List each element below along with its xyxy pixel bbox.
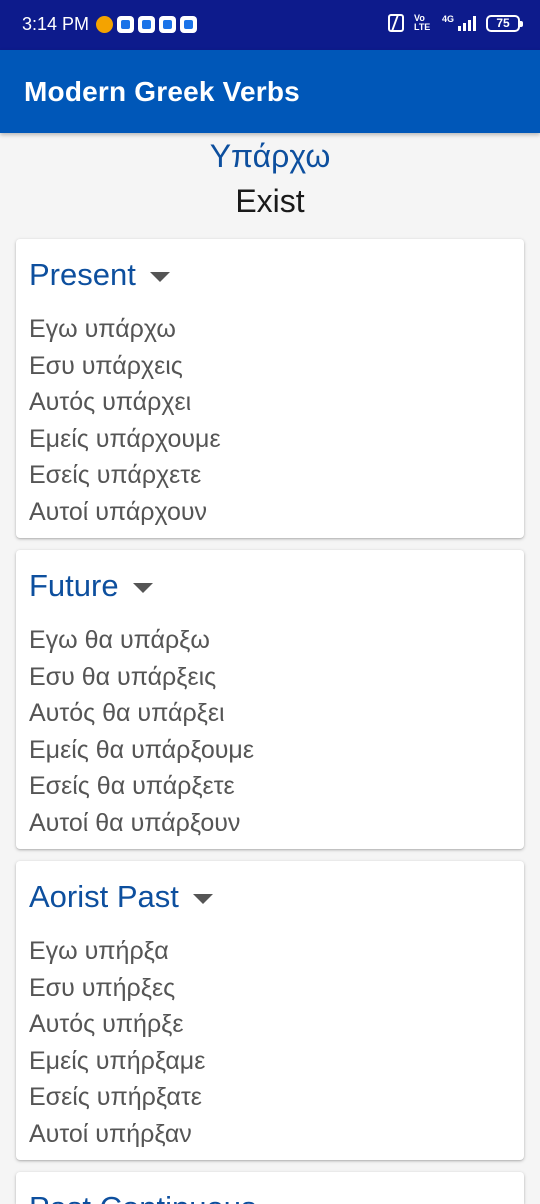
notification-icons [96, 16, 197, 33]
conjugation-form: Εσυ υπάρχεις [29, 351, 183, 380]
tense-card-aorist-past: Aorist Past Εγω υπήρξα Εσυ υπήρξες Αυτός… [16, 861, 524, 1160]
conjugation-form: Εμείς θα υπάρξουμε [29, 735, 254, 764]
tense-header-present[interactable]: Present [29, 257, 170, 293]
conjugation-form: Αυτός θα υπάρξει [29, 699, 225, 728]
conjugation-form: Εμείς υπάρχουμε [29, 424, 221, 453]
conjugation-form: Αυτοί υπήρξαν [29, 1119, 192, 1148]
tense-card-present: Present Εγω υπάρχω Εσυ υπάρχεις Αυτός υπ… [16, 239, 524, 538]
conjugation-form: Εσυ υπήρξες [29, 973, 176, 1002]
tense-title: Past Continuous [29, 1190, 256, 1204]
conjugation-list: Εγω υπάρχω Εσυ υπάρχεις Αυτός υπάρχει Εμ… [29, 311, 221, 531]
dropdown-arrow-icon[interactable] [132, 583, 153, 593]
conjugation-list: Εγω υπήρξα Εσυ υπήρξες Αυτός υπήρξε Εμεί… [29, 933, 205, 1153]
conjugation-form: Εγω υπάρχω [29, 315, 176, 343]
conjugation-form: Αυτός υπάρχει [29, 388, 192, 417]
tense-header-future[interactable]: Future [29, 568, 153, 604]
dropdown-arrow-icon[interactable] [149, 272, 170, 282]
tense-card-past-continuous: Past Continuous [16, 1172, 524, 1204]
tense-header-past-continuous[interactable]: Past Continuous [29, 1190, 290, 1204]
tense-card-future: Future Εγω θα υπάρξω Εσυ θα υπάρξεις Αυτ… [16, 550, 524, 849]
conjugation-form: Αυτός υπήρξε [29, 1010, 184, 1039]
conjugation-form: Εσυ θα υπάρξεις [29, 662, 217, 691]
conjugation-form: Εσείς υπήρξατε [29, 1083, 202, 1112]
conjugation-form: Αυτοί υπάρχουν [29, 497, 208, 526]
tense-title: Present [29, 257, 136, 292]
coin-icon [96, 16, 113, 33]
conjugation-form: Εγω υπήρξα [29, 937, 169, 965]
volte-indicator: Vo LTE [413, 13, 431, 32]
nfc-icon [387, 14, 404, 32]
signal-icon [458, 15, 476, 31]
conjugation-form: Εμείς υπήρξαμε [29, 1046, 206, 1075]
system-icons: Vo LTE 4G 75 [387, 13, 523, 32]
settings-app-icon [180, 16, 197, 33]
audio-icon [159, 16, 176, 33]
battery-icon: 75 [486, 14, 523, 32]
conjugation-form: Αυτοί θα υπάρξουν [29, 808, 241, 837]
status-bar: 3:14 PM Vo LTE 4G 75 [0, 0, 540, 50]
app-bar: Modern Greek Verbs [0, 50, 540, 133]
conjugation-form: Εσείς θα υπάρξετε [29, 772, 235, 801]
tense-title: Aorist Past [29, 879, 179, 914]
dropdown-arrow-icon[interactable] [192, 894, 213, 904]
youtube-icon [138, 16, 155, 33]
verb-english: Exist [235, 183, 305, 219]
conjugation-list: Εγω θα υπάρξω Εσυ θα υπάρξεις Αυτός θα υ… [29, 622, 254, 842]
app-title: Modern Greek Verbs [24, 76, 300, 107]
conjugation-form: Εσείς υπάρχετε [29, 461, 202, 490]
status-time: 3:14 PM [22, 14, 90, 34]
network-type: 4G [441, 14, 454, 24]
conjugation-form: Εγω θα υπάρξω [29, 626, 210, 654]
chat-icon [117, 16, 134, 33]
tense-header-aorist-past[interactable]: Aorist Past [29, 879, 213, 915]
tense-title: Future [29, 568, 119, 603]
verb-greek: Υπάρχω [209, 138, 331, 174]
